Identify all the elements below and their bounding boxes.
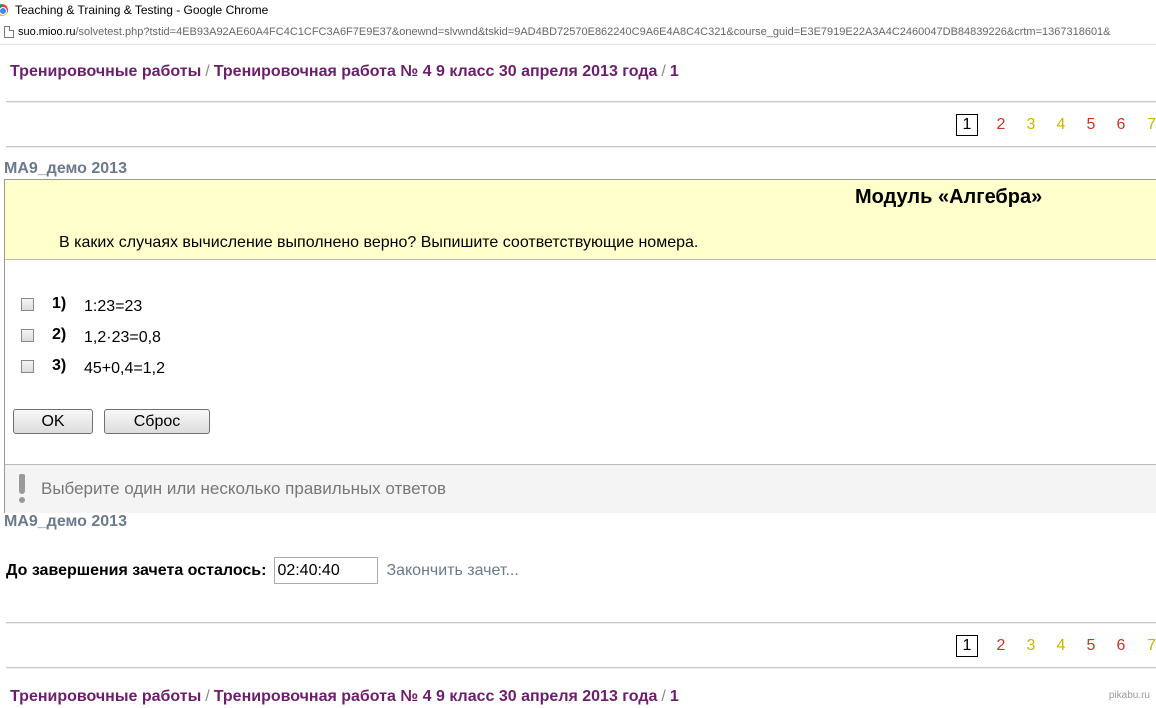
test-name-footer: МА9_демо 2013 — [4, 513, 127, 530]
pager-bottom: 1 2 3 4 5 6 7 — [956, 635, 1156, 657]
hint-bar: Выберите один или несколько правильных о… — [5, 464, 1156, 513]
question-header: Модуль «Алгебра» В каких случаях вычисле… — [5, 180, 1156, 260]
page-link-5[interactable]: 5 — [1076, 116, 1106, 134]
page-link-7[interactable]: 7 — [1136, 637, 1156, 655]
breadcrumb-separator: / — [661, 688, 666, 705]
divider — [6, 146, 1156, 148]
page-link-6[interactable]: 6 — [1106, 637, 1136, 655]
page-link-6[interactable]: 6 — [1106, 116, 1136, 134]
page-link-4[interactable]: 4 — [1046, 637, 1076, 655]
option-1-checkbox[interactable] — [21, 297, 34, 311]
option-number: 3) — [52, 357, 67, 374]
page-link-3[interactable]: 3 — [1016, 116, 1046, 134]
page-link-1[interactable]: 1 — [956, 635, 978, 657]
exclamation-icon — [17, 474, 27, 504]
url-path: /solvetest.php?tstid=4EB93A92AE60A4FC4C1… — [75, 25, 1111, 38]
breadcrumb-separator: / — [661, 63, 666, 80]
question-box: Модуль «Алгебра» В каких случаях вычисле… — [4, 179, 1156, 513]
option-3: 3) 45+0,4=1,2 — [21, 357, 165, 377]
breadcrumb-top: Тренировочные работы / Тренировочная работ… — [10, 63, 679, 81]
page-icon — [4, 25, 14, 38]
ok-button[interactable]: OK — [13, 409, 93, 434]
finish-test-link[interactable]: Закончить зачет... — [386, 562, 518, 580]
window-title: Teaching & Training & Testing - Google C… — [15, 2, 269, 17]
option-1: 1) 1:23=23 — [21, 295, 143, 315]
url-host: suo.mioo.ru — [18, 25, 76, 38]
breadcrumb-current[interactable]: 1 — [670, 688, 679, 705]
option-2-checkbox[interactable] — [21, 328, 34, 342]
option-number: 2) — [52, 326, 67, 343]
watermark: pikabu.ru — [1108, 690, 1150, 701]
page-link-4[interactable]: 4 — [1046, 116, 1076, 134]
divider — [6, 667, 1156, 669]
divider — [6, 101, 1156, 103]
breadcrumb-current[interactable]: 1 — [670, 63, 679, 80]
timer-row: До завершения зачета осталось: Закончить… — [6, 557, 519, 584]
pager-top: 1 2 3 4 5 6 7 — [956, 114, 1156, 136]
breadcrumb-root-link[interactable]: Тренировочные работы — [10, 688, 201, 705]
question-text: В каких случаях вычисление выполнено вер… — [59, 234, 699, 251]
page-link-2[interactable]: 2 — [986, 637, 1016, 655]
reset-button[interactable]: Сброс — [104, 409, 210, 434]
option-2: 2) 1,2·23=0,8 — [21, 326, 161, 346]
page-link-5[interactable]: 5 — [1076, 637, 1106, 655]
page-link-3[interactable]: 3 — [1016, 637, 1046, 655]
test-name: МА9_демо 2013 — [4, 160, 127, 177]
module-title: Модуль «Алгебра» — [855, 186, 1043, 208]
breadcrumb-separator: / — [205, 63, 210, 80]
breadcrumb-work-link[interactable]: Тренировочная работа № 4 9 класс 30 апре… — [214, 688, 658, 705]
page-link-7[interactable]: 7 — [1136, 116, 1156, 134]
page-link-2[interactable]: 2 — [986, 116, 1016, 134]
divider — [6, 622, 1156, 624]
option-number: 1) — [52, 295, 67, 312]
option-3-checkbox[interactable] — [21, 359, 34, 373]
breadcrumb-work-link[interactable]: Тренировочная работа № 4 9 класс 30 апре… — [214, 63, 658, 80]
url-text[interactable]: suo.mioo.ru/solvetest.php?tstid=4EB93A92… — [18, 26, 1153, 38]
hint-text: Выберите один или несколько правильных о… — [41, 479, 447, 498]
window-titlebar: Teaching & Training & Testing - Google C… — [0, 0, 1156, 19]
breadcrumb-root-link[interactable]: Тренировочные работы — [10, 63, 201, 80]
timer-label: До завершения зачета осталось: — [6, 561, 267, 579]
option-text: 1:23=23 — [84, 298, 143, 315]
timer-field[interactable] — [274, 557, 379, 584]
chrome-logo-icon — [0, 3, 8, 16]
address-bar[interactable]: suo.mioo.ru/solvetest.php?tstid=4EB93A92… — [0, 19, 1156, 45]
option-text: 1,2·23=0,8 — [84, 329, 161, 346]
page-link-1[interactable]: 1 — [956, 114, 978, 136]
breadcrumb-bottom: Тренировочные работы / Тренировочная работ… — [10, 688, 679, 706]
breadcrumb-separator: / — [205, 688, 210, 705]
option-text: 45+0,4=1,2 — [84, 360, 165, 377]
